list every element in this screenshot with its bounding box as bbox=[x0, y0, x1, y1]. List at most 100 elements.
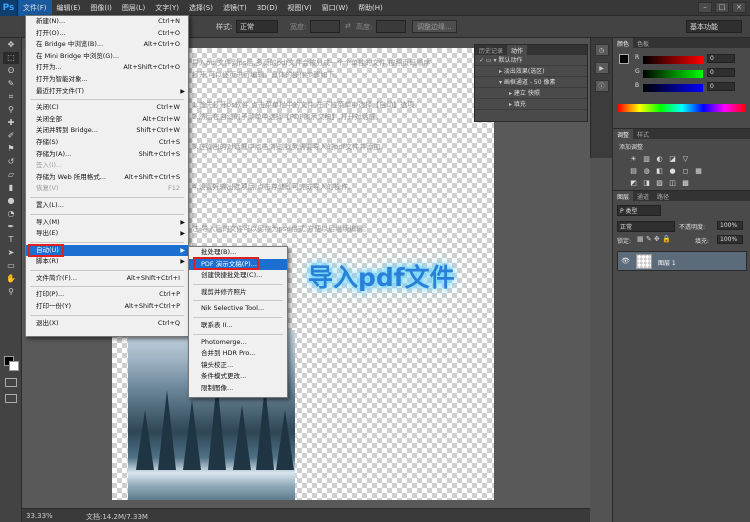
pen-tool-icon[interactable]: ✒ bbox=[3, 221, 19, 233]
quick-mask-icon[interactable] bbox=[5, 378, 17, 387]
brush-tool-icon[interactable]: ✐ bbox=[3, 130, 19, 142]
refine-edge-button[interactable]: 调整边缘... bbox=[412, 20, 457, 33]
zoom-level[interactable]: 33.33% bbox=[26, 512, 53, 520]
blue-slider[interactable] bbox=[643, 84, 703, 92]
menu-item[interactable]: 限制图像... bbox=[189, 383, 287, 395]
clone-stamp-tool-icon[interactable]: ⚑ bbox=[3, 143, 19, 155]
menu-item[interactable]: 置入(L)... bbox=[26, 200, 188, 212]
gradient-map-icon[interactable]: ◫ bbox=[668, 179, 677, 188]
menu-item[interactable]: 打印一份(Y) Alt+Shift+Ctrl+P bbox=[26, 301, 188, 313]
red-slider[interactable] bbox=[643, 56, 703, 64]
color-spectrum-bar[interactable] bbox=[618, 104, 746, 112]
menu-type[interactable]: 文字(Y) bbox=[150, 0, 184, 16]
shape-tool-icon[interactable]: ▭ bbox=[3, 260, 19, 272]
tab-history[interactable]: 历史记录 bbox=[475, 45, 507, 55]
menu-item[interactable]: Photomerge... bbox=[189, 337, 287, 349]
menu-item[interactable]: 关闭(C) Ctrl+W bbox=[26, 102, 188, 114]
menu-filter[interactable]: 滤镜(T) bbox=[218, 0, 252, 16]
tab-color[interactable]: 颜色 bbox=[613, 38, 634, 48]
lasso-tool-icon[interactable]: ʘ bbox=[3, 65, 19, 77]
history-brush-tool-icon[interactable]: ↺ bbox=[3, 156, 19, 168]
screen-mode-icon[interactable] bbox=[5, 394, 17, 403]
vibrance-icon[interactable]: ▽ bbox=[681, 155, 690, 164]
menu-view[interactable]: 视图(V) bbox=[282, 0, 316, 16]
menu-item[interactable]: 在 Bridge 中浏览(B)... Alt+Ctrl+O bbox=[26, 39, 188, 51]
threshold-icon[interactable]: ▨ bbox=[655, 179, 664, 188]
blend-mode-select[interactable]: 正常 bbox=[617, 221, 675, 232]
menu-item[interactable]: 在 Mini Bridge 中浏览(G)... bbox=[26, 51, 188, 63]
menu-item[interactable]: 脚本(R) ▶ bbox=[26, 256, 188, 268]
crop-tool-icon[interactable]: ⌗ bbox=[3, 91, 19, 103]
tab-swatches[interactable]: 色板 bbox=[633, 38, 653, 48]
maximize-button[interactable]: □ bbox=[715, 2, 729, 13]
type-tool-icon[interactable]: T bbox=[3, 234, 19, 246]
menu-item[interactable]: 打印(P)... Ctrl+P bbox=[26, 289, 188, 301]
menu-item[interactable]: 导出(E) ▶ bbox=[26, 228, 188, 240]
swap-icon[interactable]: ⇄ bbox=[345, 22, 351, 30]
zoom-tool-icon[interactable]: ⚲ bbox=[3, 286, 19, 298]
fill-value[interactable]: 100% bbox=[717, 235, 743, 244]
menu-item[interactable]: 关闭并转到 Bridge... Shift+Ctrl+W bbox=[26, 125, 188, 137]
menu-item[interactable]: 打开为智能对象... bbox=[26, 74, 188, 86]
menu-item[interactable]: 合并到 HDR Pro... bbox=[189, 348, 287, 360]
hand-tool-icon[interactable]: ✋ bbox=[3, 273, 19, 285]
color-balance-icon[interactable]: ◍ bbox=[642, 167, 651, 176]
menu-layer[interactable]: 图层(L) bbox=[117, 0, 150, 16]
gradient-tool-icon[interactable]: ▮ bbox=[3, 182, 19, 194]
menu-item[interactable]: 镜头校正... bbox=[189, 360, 287, 372]
selective-color-icon[interactable]: ▩ bbox=[681, 179, 690, 188]
background-color-swatch[interactable] bbox=[9, 361, 19, 371]
menu-item[interactable]: 打开为... Alt+Shift+Ctrl+O bbox=[26, 62, 188, 74]
workspace-select[interactable]: 基本功能 bbox=[686, 20, 742, 33]
eye-icon[interactable]: 👁 bbox=[621, 257, 630, 265]
levels-icon[interactable]: ▥ bbox=[642, 155, 651, 164]
width-input[interactable] bbox=[310, 20, 340, 33]
lock-icons[interactable]: ▦ ✎ ✥ 🔒 bbox=[637, 235, 671, 243]
dodge-tool-icon[interactable]: ◔ bbox=[3, 208, 19, 220]
tab-layers[interactable]: 图层 bbox=[613, 191, 634, 201]
blue-value[interactable]: 0 bbox=[707, 82, 735, 91]
red-value[interactable]: 0 bbox=[707, 54, 735, 63]
menu-image[interactable]: 图像(I) bbox=[85, 0, 117, 16]
action-row[interactable]: ▾ 画框通道 - 50 像素 bbox=[475, 77, 587, 88]
invert-icon[interactable]: ◩ bbox=[629, 179, 638, 188]
tab-actions[interactable]: 动作 bbox=[507, 45, 528, 55]
healing-brush-tool-icon[interactable]: ✚ bbox=[3, 117, 19, 129]
menu-file[interactable]: 文件(F) bbox=[18, 0, 52, 16]
green-slider[interactable] bbox=[643, 70, 703, 78]
menu-item[interactable]: 存储为(A)... Shift+Ctrl+S bbox=[26, 149, 188, 161]
menu-item[interactable]: Nik Selective Tool... bbox=[189, 303, 287, 315]
curves-icon[interactable]: ◐ bbox=[655, 155, 664, 164]
tab-adjustments[interactable]: 调整 bbox=[613, 129, 634, 139]
channel-mixer-icon[interactable]: ◻ bbox=[681, 167, 690, 176]
menu-item[interactable]: 新建(N)... Ctrl+N bbox=[26, 16, 188, 28]
tab-channels[interactable]: 通道 bbox=[633, 191, 653, 201]
color-lookup-icon[interactable]: ▦ bbox=[694, 167, 703, 176]
menu-item[interactable]: 联系表 II... bbox=[189, 320, 287, 332]
menu-window[interactable]: 窗口(W) bbox=[317, 0, 353, 16]
menu-item[interactable]: 存储(S) Ctrl+S bbox=[26, 137, 188, 149]
menu-item[interactable]: 导入(M) ▶ bbox=[26, 217, 188, 229]
menu-item[interactable]: 存储为 Web 所用格式... Alt+Shift+Ctrl+S bbox=[26, 172, 188, 184]
history-panel-icon[interactable]: ◷ bbox=[594, 44, 609, 56]
menu-item[interactable]: 打开(O)... Ctrl+O bbox=[26, 28, 188, 40]
menu-edit[interactable]: 编辑(E) bbox=[52, 0, 86, 16]
brightness-icon[interactable]: ☀ bbox=[629, 155, 638, 164]
menu-item[interactable]: 创建快捷批处理(C)... bbox=[189, 270, 287, 282]
blur-tool-icon[interactable]: ● bbox=[3, 195, 19, 207]
marquee-tool-icon[interactable]: ⬚ bbox=[3, 52, 19, 64]
menu-item[interactable]: 最近打开文件(T) ▶ bbox=[26, 86, 188, 98]
actions-panel-icon[interactable]: ▶ bbox=[594, 62, 609, 74]
menu-item[interactable]: 文件简介(F)... Alt+Shift+Ctrl+I bbox=[26, 273, 188, 285]
menu-help[interactable]: 帮助(H) bbox=[353, 0, 388, 16]
menu-item[interactable]: 退出(X) Ctrl+Q bbox=[26, 318, 188, 330]
layer-filter-select[interactable]: P 类型 bbox=[617, 205, 661, 216]
hue-saturation-icon[interactable]: ▤ bbox=[629, 167, 638, 176]
posterize-icon[interactable]: ◨ bbox=[642, 179, 651, 188]
green-value[interactable]: 0 bbox=[707, 68, 735, 77]
quick-select-tool-icon[interactable]: ✎ bbox=[3, 78, 19, 90]
menu-item[interactable]: 关闭全部 Alt+Ctrl+W bbox=[26, 114, 188, 126]
move-tool-icon[interactable]: ✥ bbox=[3, 39, 19, 51]
layer-row[interactable]: 👁 图层 1 bbox=[617, 251, 747, 271]
tab-styles[interactable]: 样式 bbox=[633, 129, 653, 139]
